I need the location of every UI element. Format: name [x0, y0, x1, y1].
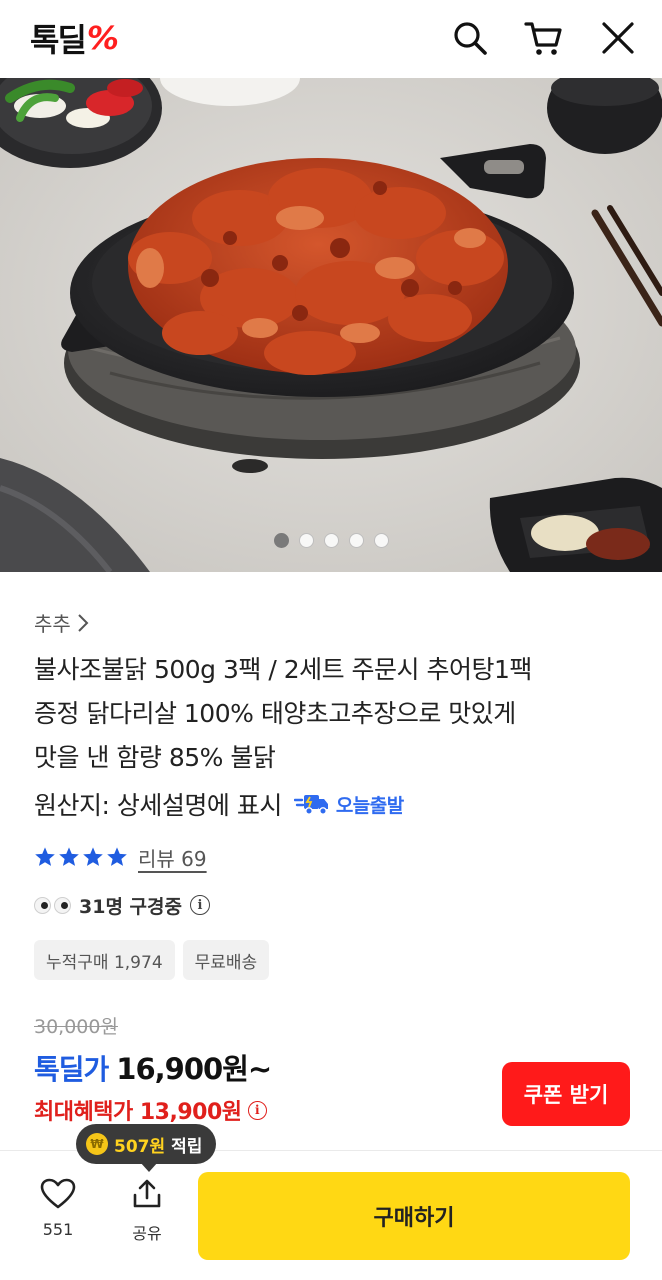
product-title-line: 불사조불닭 500g 3팩 / 2세트 주문시 추어탕1팩: [34, 655, 532, 684]
logo-text: 톡딜: [30, 21, 87, 59]
deal-price: 16,900원~: [116, 1052, 272, 1086]
star-icon: [35, 847, 55, 866]
deal-price-label: 톡딜가: [34, 1053, 109, 1086]
deal-price-row: 톡딜가 16,900원~: [34, 1046, 272, 1088]
tag-cumulative-purchase: 누적구매 1,974: [34, 940, 175, 980]
seller-link[interactable]: 추추: [34, 608, 89, 637]
like-button[interactable]: 551: [28, 1178, 88, 1239]
today-shipping-badge: 오늘출발: [293, 791, 404, 818]
points-tooltip: ₩ 507원 적립: [76, 1124, 217, 1164]
product-image-carousel[interactable]: [0, 78, 662, 572]
max-benefit-row: 최대혜택가 13,900원 i: [34, 1092, 267, 1128]
points-amount: 507원: [114, 1136, 166, 1157]
tag-free-shipping: 무료배송: [182, 940, 270, 980]
share-button[interactable]: 공유: [117, 1178, 177, 1244]
star-icon: [83, 847, 103, 866]
chevron-right-icon: [78, 613, 89, 632]
carousel-dot[interactable]: [348, 533, 364, 548]
coupon-button[interactable]: 쿠폰 받기: [502, 1062, 630, 1126]
cart-icon[interactable]: [522, 16, 566, 60]
review-link[interactable]: 리뷰 69: [138, 843, 207, 872]
carousel-indicator: [0, 533, 662, 548]
points-tooltip-tail: [140, 1162, 158, 1172]
carousel-dot[interactable]: [273, 533, 289, 548]
coin-icon: ₩: [86, 1133, 108, 1155]
origin-line: 원산지: 상세설명에 표시 오늘출발: [34, 782, 404, 826]
product-title: 불사조불닭 500g 3팩 / 2세트 주문시 추어탕1팩 증정 닭다리살 10…: [34, 648, 634, 780]
carousel-dot[interactable]: [373, 533, 389, 548]
product-photo: [0, 78, 662, 572]
delivery-truck-icon: [293, 795, 328, 815]
benefit-info-icon[interactable]: i: [247, 1100, 267, 1120]
product-tags: 누적구매 1,974 무료배송: [34, 940, 270, 980]
carousel-dot[interactable]: [323, 533, 339, 548]
viewers-row: 31명 구경중 i: [34, 888, 210, 922]
eyes-icon: [34, 896, 71, 914]
like-count: 551: [42, 1220, 74, 1239]
product-title-line: 맛을 낸 함량 85% 불닭: [34, 743, 276, 772]
points-suffix: 적립: [171, 1136, 203, 1157]
info-icon[interactable]: i: [189, 895, 210, 915]
viewers-count: 31명 구경중: [79, 895, 182, 918]
app-header: 톡딜%: [0, 0, 662, 78]
seller-name: 추추: [34, 612, 71, 636]
heart-icon: [40, 1178, 76, 1209]
share-icon: [133, 1179, 161, 1208]
original-price: 30,000원: [34, 1016, 118, 1038]
rating-row: 리뷰 69: [34, 838, 207, 876]
logo-mark: %: [86, 19, 119, 57]
talkdeal-logo[interactable]: 톡딜%: [30, 16, 119, 60]
buy-button[interactable]: 구매하기: [198, 1172, 630, 1260]
origin-text: 원산지: 상세설명에 표시: [34, 791, 282, 820]
carousel-dot[interactable]: [298, 533, 314, 548]
share-label: 공유: [132, 1224, 162, 1243]
search-icon[interactable]: [448, 16, 492, 60]
product-title-line: 증정 닭다리살 100% 태양초고추장으로 맛있게: [34, 699, 516, 728]
star-icon: [107, 847, 127, 866]
star-icon: [59, 847, 79, 866]
max-benefit-price: 최대혜택가 13,900원: [34, 1100, 242, 1125]
close-icon[interactable]: [596, 16, 640, 60]
star-rating: [34, 846, 128, 868]
today-shipping-label: 오늘출발: [335, 794, 404, 817]
